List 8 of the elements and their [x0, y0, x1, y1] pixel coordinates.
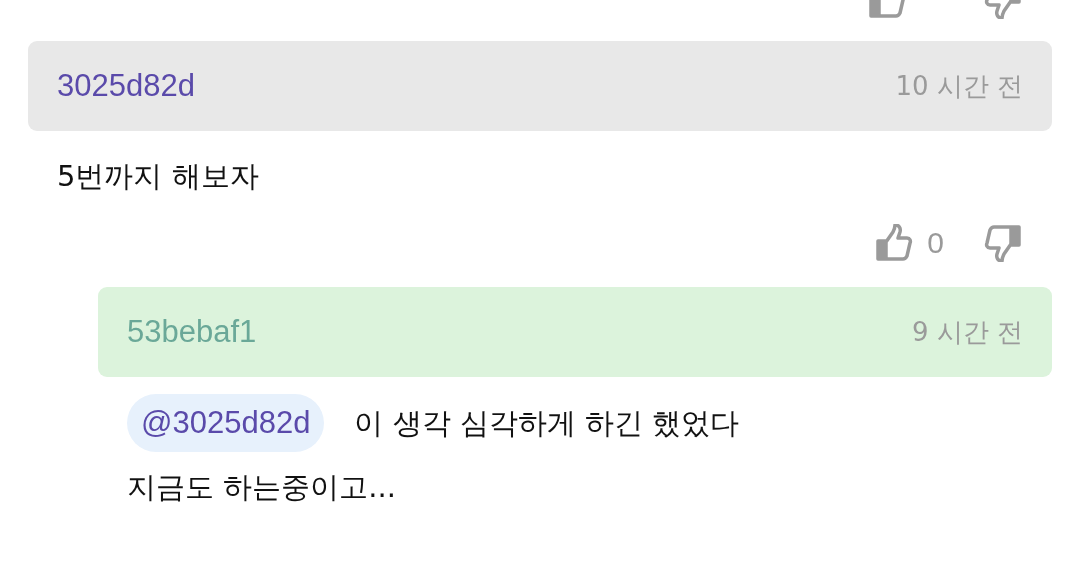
comment-text: 5번까지 해보자	[57, 159, 259, 193]
comment-text: 이 생각 심각하게 하긴 했었다	[354, 406, 740, 440]
comment-text: 지금도 하는중이고...	[127, 470, 396, 504]
timestamp: 10 시간 전	[895, 69, 1023, 103]
timestamp: 9 시간 전	[911, 315, 1023, 349]
like-count: 0	[927, 226, 944, 260]
mention-chip[interactable]: @3025d82d	[127, 394, 325, 452]
username[interactable]: 3025d82d	[57, 68, 195, 104]
